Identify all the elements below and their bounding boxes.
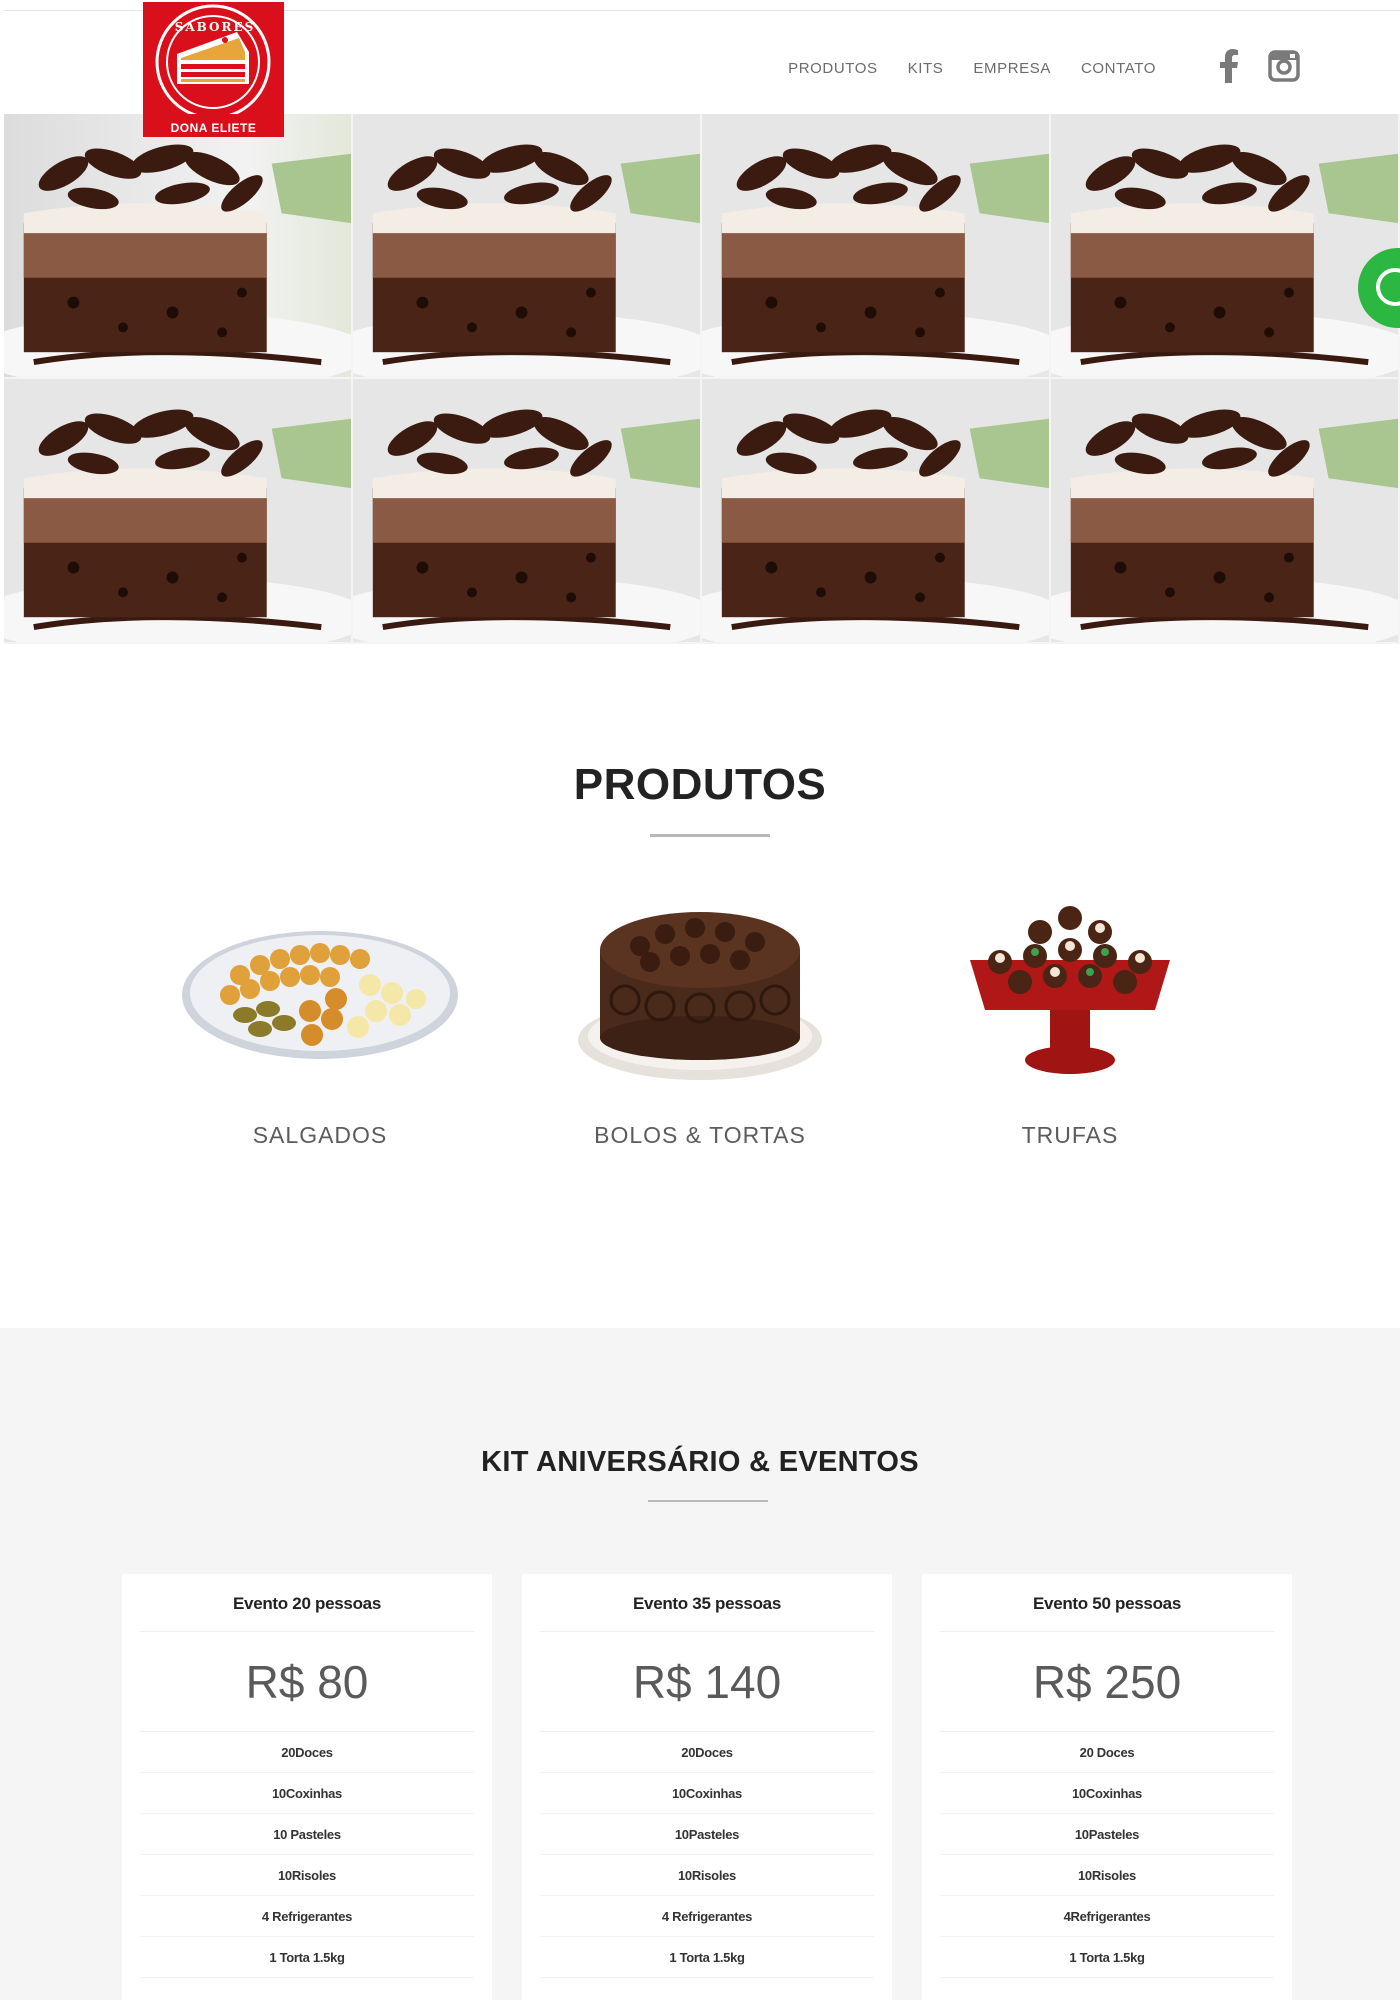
kit-card-item: 10Coxinhas <box>140 1773 474 1814</box>
kit-card-item: 10Coxinhas <box>940 1773 1274 1814</box>
kit-card-title: Evento 50 pessoas <box>940 1574 1274 1632</box>
product-trufas[interactable]: TRUFAS <box>880 880 1260 1149</box>
truffles-stand-image <box>970 906 1170 1074</box>
nav-contato[interactable]: CONTATO <box>1081 60 1156 77</box>
hero-cake-image <box>4 114 353 379</box>
hero-cake-image <box>353 379 702 644</box>
hero-cake-image <box>702 114 1051 379</box>
kit-card-price: R$ 250 <box>940 1632 1274 1732</box>
salgados-platter-image <box>182 931 458 1059</box>
main-nav: PRODUTOS KITS EMPRESA CONTATO <box>758 49 1300 88</box>
kit-card-item: 10Pasteles <box>940 1814 1274 1855</box>
hero-cake-image <box>4 379 353 644</box>
kits-section: KIT ANIVERSÁRIO & EVENTOS Evento 20 pess… <box>0 1328 1400 2000</box>
kit-card-item: 10Coxinhas <box>540 1773 874 1814</box>
kit-card-item: 20 Doces <box>940 1732 1274 1773</box>
product-salgados[interactable]: SALGADOS <box>130 880 510 1149</box>
produtos-heading: PRODUTOS <box>573 760 827 809</box>
kit-card-title: Evento 20 pessoas <box>140 1574 474 1632</box>
nav-produtos[interactable]: PRODUTOS <box>788 60 878 77</box>
hero-cake-image <box>702 379 1051 644</box>
kit-card-item: 1 Torta 1.5kg <box>140 1937 474 1978</box>
kits-heading: KIT ANIVERSÁRIO & EVENTOS <box>481 1446 919 1478</box>
product-label: SALGADOS <box>252 1122 388 1148</box>
facebook-icon[interactable] <box>1220 49 1238 88</box>
social-links <box>1190 49 1300 88</box>
nav-kits[interactable]: KITS <box>908 60 944 77</box>
kit-card-item: 10Risoles <box>140 1855 474 1896</box>
kit-card-item: 10Pasteles <box>540 1814 874 1855</box>
kits-underline <box>648 1500 768 1502</box>
kit-card-50[interactable]: Evento 50 pessoas R$ 250 20 Doces 10Coxi… <box>922 1574 1292 2000</box>
product-label: BOLOS & TORTAS <box>594 1122 806 1148</box>
kit-card-item: 4 Refrigerantes <box>540 1896 874 1937</box>
hero-cake-image <box>1051 114 1400 379</box>
kit-card-item: 1 Torta 1.5kg <box>940 1937 1274 1978</box>
kit-card-item: 10Risoles <box>540 1855 874 1896</box>
kit-card-35[interactable]: Evento 35 pessoas R$ 140 20Doces 10Coxin… <box>522 1574 892 2000</box>
kit-card-20[interactable]: Evento 20 pessoas R$ 80 20Doces 10Coxinh… <box>122 1574 492 2000</box>
kit-card-price: R$ 140 <box>540 1632 874 1732</box>
produtos-underline <box>650 834 770 837</box>
kit-card-item: 10 Pasteles <box>140 1814 474 1855</box>
kit-card-price: R$ 80 <box>140 1632 474 1732</box>
logo-top-text: SABORES <box>174 20 256 34</box>
kit-card-item: 10Risoles <box>940 1855 1274 1896</box>
hero-banner <box>4 114 1400 644</box>
kit-card-item: 4Refrigerantes <box>940 1896 1274 1937</box>
hero-cake-image <box>353 114 702 379</box>
logo-bottom-text: DONA ELIETE <box>170 121 257 135</box>
product-label: TRUFAS <box>1021 1122 1119 1148</box>
kit-card-item: 20Doces <box>140 1732 474 1773</box>
instagram-icon[interactable] <box>1268 50 1300 87</box>
chocolate-cake-image <box>578 912 822 1080</box>
nav-empresa[interactable]: EMPRESA <box>973 60 1051 77</box>
kit-card-item: 20Doces <box>540 1732 874 1773</box>
products-row: SALGADOS BOLOS & TORTAS TRUFAS <box>0 880 1400 1170</box>
product-bolos-tortas[interactable]: BOLOS & TORTAS <box>510 880 890 1149</box>
kit-card-item: 1 Torta 1.5kg <box>540 1937 874 1978</box>
hero-cake-image <box>1051 379 1400 644</box>
kit-card-title: Evento 35 pessoas <box>540 1574 874 1632</box>
kit-card-item: 4 Refrigerantes <box>140 1896 474 1937</box>
